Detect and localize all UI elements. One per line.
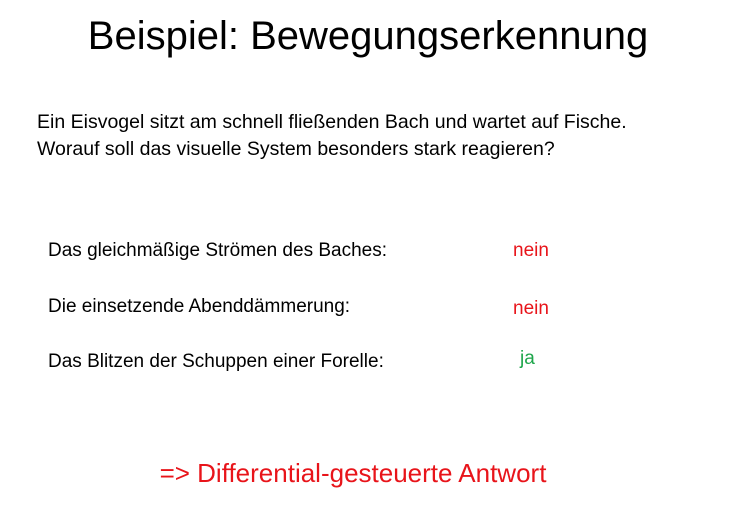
item-answer-dusk: nein xyxy=(513,298,549,319)
slide-title: Beispiel: Bewegungserkennung xyxy=(87,14,649,58)
question-text: Ein Eisvogel sitzt am schnell fließenden… xyxy=(37,109,727,163)
question-line-2: Worauf soll das visuelle System besonder… xyxy=(37,138,555,160)
slide: Beispiel: Bewegungserkennung Ein Eisvoge… xyxy=(0,0,736,517)
question-line-1: Ein Eisvogel sitzt am schnell fließenden… xyxy=(37,111,627,133)
item-label-dusk: Die einsetzende Abenddämmerung: xyxy=(48,296,351,317)
item-answer-trout: ja xyxy=(520,348,535,369)
item-answer-stream: nein xyxy=(513,240,549,261)
item-label-stream: Das gleichmäßige Strömen des Baches: xyxy=(48,240,387,261)
item-label-trout: Das Blitzen der Schuppen einer Forelle: xyxy=(48,351,384,372)
conclusion-text: => Differential-gesteuerte Antwort xyxy=(159,458,547,488)
